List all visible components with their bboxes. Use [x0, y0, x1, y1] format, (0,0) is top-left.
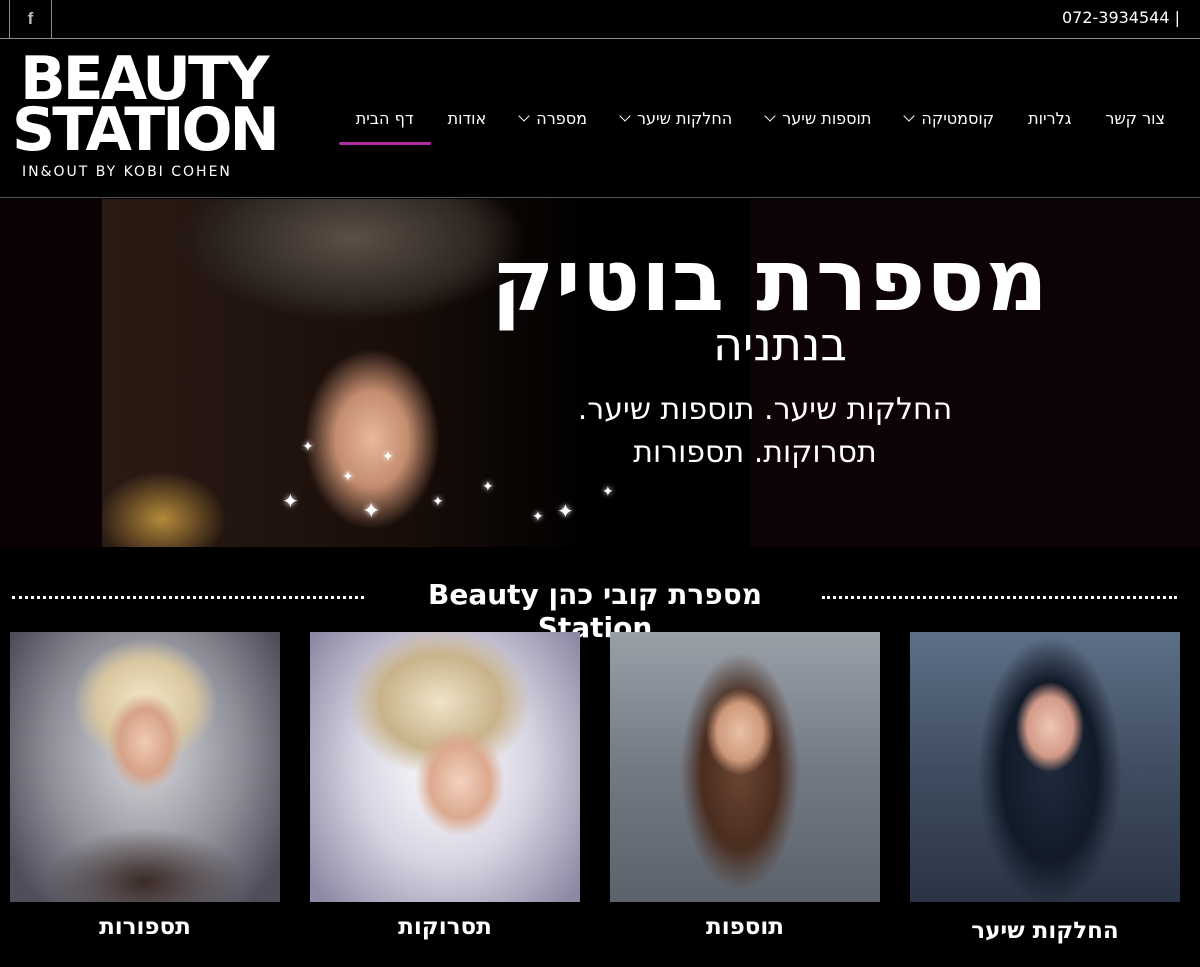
hero-services-line1: החלקות שיער. תוספות שיער.: [577, 392, 953, 427]
header-divider: [0, 197, 1200, 198]
chevron-down-icon: [903, 110, 916, 122]
nav-item-about[interactable]: אודות: [431, 95, 504, 141]
card-image[interactable]: [610, 632, 880, 902]
dotted-divider: [12, 596, 364, 599]
nav-item-salon[interactable]: מספרה: [503, 95, 604, 141]
nav-item-extensions[interactable]: תוספות שיער: [749, 95, 888, 141]
nav-label: החלקות שיער: [636, 108, 733, 128]
card-hairstyles[interactable]: תסרוקות: [310, 632, 580, 962]
card-label[interactable]: תסרוקות: [310, 914, 580, 940]
card-haircuts[interactable]: תספורות: [10, 632, 280, 962]
top-bar: f 072-3934544 |: [0, 0, 1200, 39]
chevron-down-icon: [619, 110, 631, 122]
sparkle-icon: ✦: [382, 449, 394, 465]
section-header: מספרת קובי כהן Beauty Station: [0, 578, 1200, 644]
chevron-down-icon: [518, 110, 530, 122]
card-image[interactable]: [310, 632, 580, 902]
logo-tagline: IN&OUT BY KOBI COHEN: [22, 164, 232, 180]
nav-label: קוסמטיקה: [921, 108, 995, 128]
sparkle-icon: ✦: [532, 509, 544, 525]
hero-banner: ✦ ✦ ✦ ✦ ✦ ✦ ✦ ✦ ✦ ✦ מספרת בוטיק בנתניה ה…: [0, 199, 1200, 547]
phone-number[interactable]: 072-3934544 |: [1062, 8, 1180, 27]
nav-label: דף הבית: [355, 108, 414, 128]
sparkle-icon: ✦: [432, 494, 444, 510]
nav-label: תוספות שיער: [782, 108, 872, 128]
nav-item-galleries[interactable]: גלריות: [1011, 95, 1088, 141]
card-image[interactable]: [10, 632, 280, 902]
hero-services-line2: תסרוקות. תספורות: [633, 435, 877, 470]
sparkle-icon: ✦: [342, 469, 354, 485]
nav-label: אודות: [447, 108, 487, 128]
dotted-divider: [822, 596, 1177, 599]
card-straightening[interactable]: החלקות שיער: [910, 632, 1180, 962]
sparkle-icon: ✦: [557, 499, 574, 523]
hero-subtitle: בנתניה: [712, 317, 847, 371]
chevron-down-icon: [764, 110, 776, 122]
sparkle-icon: ✦: [282, 489, 299, 513]
nav-item-home[interactable]: דף הבית: [338, 95, 431, 145]
nav-item-cosmetics[interactable]: קוסמטיקה: [888, 95, 1011, 141]
card-label[interactable]: החלקות שיער: [910, 918, 1180, 944]
card-label[interactable]: תוספות: [610, 914, 880, 940]
card-label[interactable]: תספורות: [10, 914, 280, 940]
nav-item-straightening[interactable]: החלקות שיער: [604, 95, 749, 141]
site-logo[interactable]: BEAUTY STATION IN&OUT BY KOBI COHEN: [12, 49, 282, 182]
nav-label: מספרה: [536, 108, 587, 128]
sparkle-icon: ✦: [602, 484, 614, 500]
main-nav: דף הבית אודות מספרה החלקות שיער תוספות ש…: [338, 95, 1182, 145]
facebook-icon[interactable]: f: [9, 0, 52, 38]
sparkle-icon: ✦: [482, 479, 494, 495]
nav-label: צור קשר: [1105, 108, 1165, 128]
sparkle-icon: ✦: [362, 499, 381, 524]
card-extensions[interactable]: תוספות: [610, 632, 880, 962]
card-image[interactable]: [910, 632, 1180, 902]
hero-title: מספרת בוטיק: [491, 231, 1049, 331]
sparkle-icon: ✦: [302, 439, 314, 455]
nav-item-contact[interactable]: צור קשר: [1088, 95, 1182, 141]
nav-label: גלריות: [1028, 108, 1072, 128]
logo-line-station: STATION: [12, 95, 280, 165]
